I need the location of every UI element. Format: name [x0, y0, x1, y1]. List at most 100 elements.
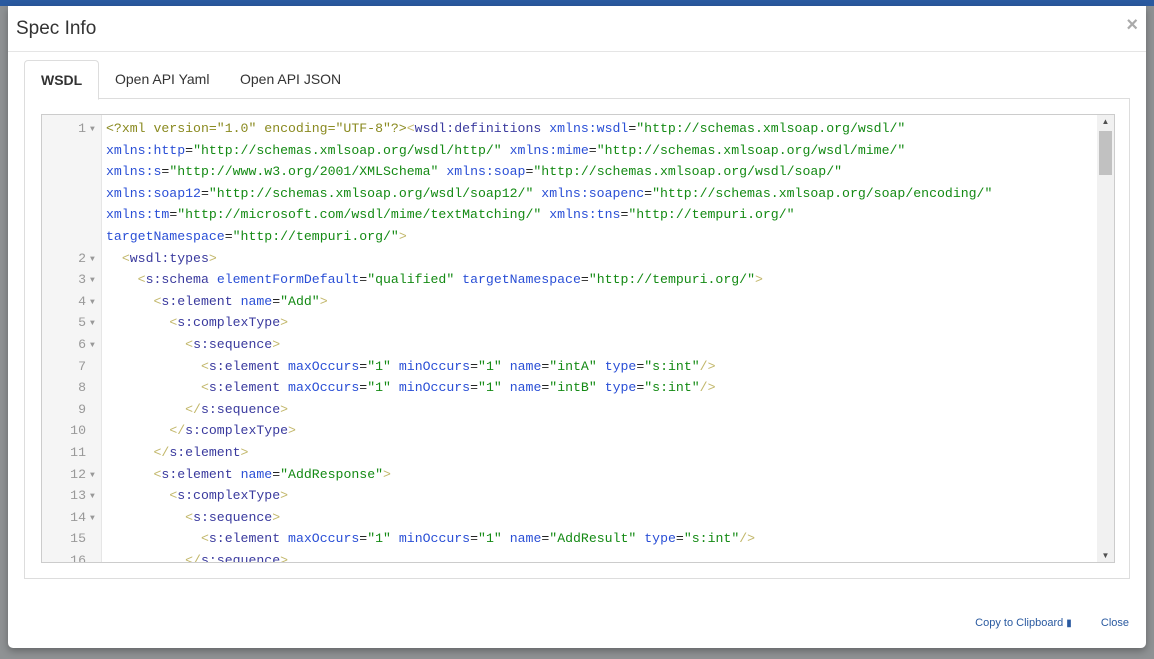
tab-content: 1▼<?xml version="1.0" encoding="UTF-8"?>…: [24, 98, 1130, 579]
scrollbar-thumb[interactable]: [1099, 131, 1112, 175]
vertical-scrollbar[interactable]: ▲ ▼: [1097, 115, 1114, 562]
line-number-text: 14: [64, 507, 86, 529]
code-text: xmlns:s="http://www.w3.org/2001/XMLSchem…: [106, 161, 842, 183]
line-number: 8: [42, 377, 102, 399]
fold-arrow-icon[interactable]: ▼: [90, 125, 95, 134]
code-text: <s:complexType>: [106, 485, 288, 507]
fold-arrow-icon[interactable]: ▼: [90, 471, 95, 480]
line-number: 3▼: [42, 269, 102, 292]
line-number: 1▼: [42, 118, 102, 141]
code-text: </s:complexType>: [106, 420, 296, 442]
code-text: <s:element maxOccurs="1" minOccurs="1" n…: [106, 356, 716, 378]
fold-arrow-icon[interactable]: ▼: [90, 341, 95, 350]
tab-wsdl[interactable]: WSDL: [24, 60, 99, 100]
scroll-down-icon[interactable]: ▼: [1097, 551, 1114, 560]
code-editor[interactable]: 1▼<?xml version="1.0" encoding="UTF-8"?>…: [41, 114, 1115, 563]
line-number-text: 6: [64, 334, 86, 356]
line-number: 13 ▼: [42, 485, 102, 508]
code-line: xmlns:soap12="http://schemas.xmlsoap.org…: [42, 183, 1098, 205]
code-line: 14 ▼ <s:sequence>: [42, 507, 1098, 529]
code-line: targetNamespace="http://tempuri.org/">: [42, 226, 1098, 248]
line-number: 16: [42, 550, 102, 563]
fold-arrow-icon[interactable]: ▼: [90, 492, 95, 501]
modal-footer: Copy to Clipboard ▮ Close: [949, 617, 1129, 629]
code-text: <s:element name="AddResponse">: [106, 464, 391, 486]
line-number: 5▼: [42, 312, 102, 335]
code-text: <?xml version="1.0" encoding="UTF-8"?><w…: [106, 118, 905, 140]
line-number: 4▼: [42, 291, 102, 314]
code-text: <s:sequence>: [106, 334, 280, 356]
modal-header: Spec Info ×: [8, 6, 1146, 52]
code-line: 6▼ <s:sequence>: [42, 334, 1098, 356]
code-line: xmlns:tm="http://microsoft.com/wsdl/mime…: [42, 204, 1098, 226]
line-number-text: 12: [64, 464, 86, 486]
code-text: </s:element>: [106, 442, 248, 464]
code-text: xmlns:tm="http://microsoft.com/wsdl/mime…: [106, 204, 795, 226]
line-number-text: 1: [64, 118, 86, 140]
line-number-text: 11: [64, 442, 86, 464]
code-line: xmlns:http="http://schemas.xmlsoap.org/w…: [42, 140, 1098, 162]
code-text: xmlns:soap12="http://schemas.xmlsoap.org…: [106, 183, 992, 205]
code-text: <s:sequence>: [106, 507, 280, 529]
line-number: 7: [42, 356, 102, 378]
code-line: 11 </s:element>: [42, 442, 1098, 464]
code-line: 7 <s:element maxOccurs="1" minOccurs="1"…: [42, 356, 1098, 378]
code-line: 16 </s:sequence>: [42, 550, 1098, 563]
copy-label: Copy to Clipboard: [975, 617, 1063, 629]
line-number-text: 8: [64, 377, 86, 399]
code-text: xmlns:http="http://schemas.xmlsoap.org/w…: [106, 140, 905, 162]
code-line: 12 ▼ <s:element name="AddResponse">: [42, 464, 1098, 486]
line-number-text: 13: [64, 485, 86, 507]
code-text: <s:schema elementFormDefault="qualified"…: [106, 269, 763, 291]
code-line: 2▼ <wsdl:types>: [42, 248, 1098, 270]
code-line: 9 </s:sequence>: [42, 399, 1098, 421]
code-text: <s:element maxOccurs="1" minOccurs="1" n…: [106, 377, 716, 399]
line-number: 14 ▼: [42, 507, 102, 530]
line-number-text: 2: [64, 248, 86, 270]
code-text: <s:complexType>: [106, 312, 288, 334]
close-button[interactable]: Close: [1101, 617, 1129, 629]
line-number-text: 15: [64, 528, 86, 550]
code-line: 8 <s:element maxOccurs="1" minOccurs="1"…: [42, 377, 1098, 399]
tab-open-api-json[interactable]: Open API JSON: [224, 60, 357, 99]
tab-panel: WSDL Open API Yaml Open API JSON 1▼<?xml…: [24, 60, 1130, 580]
line-number-text: 3: [64, 269, 86, 291]
line-number: 6▼: [42, 334, 102, 357]
line-number: 10: [42, 420, 102, 442]
fold-arrow-icon[interactable]: ▼: [90, 514, 95, 523]
spec-info-modal: Spec Info × WSDL Open API Yaml Open API …: [8, 6, 1146, 648]
code-line: xmlns:s="http://www.w3.org/2001/XMLSchem…: [42, 161, 1098, 183]
line-number: 12 ▼: [42, 464, 102, 487]
line-number-text: 10: [64, 420, 86, 442]
code-text: <s:element maxOccurs="1" minOccurs="1" n…: [106, 528, 755, 550]
line-number: 2▼: [42, 248, 102, 271]
modal-title: Spec Info: [16, 18, 96, 40]
fold-arrow-icon[interactable]: ▼: [90, 319, 95, 328]
code-text: </s:sequence>: [106, 550, 288, 563]
code-line: 4▼ <s:element name="Add">: [42, 291, 1098, 313]
line-number-text: 5: [64, 312, 86, 334]
code-line: 3▼ <s:schema elementFormDefault="qualifi…: [42, 269, 1098, 291]
fold-arrow-icon[interactable]: ▼: [90, 255, 95, 264]
close-icon[interactable]: ×: [1126, 14, 1138, 37]
code-text: </s:sequence>: [106, 399, 288, 421]
line-number: 11: [42, 442, 102, 464]
line-number: 15: [42, 528, 102, 550]
fold-arrow-icon[interactable]: ▼: [90, 298, 95, 307]
code-lines: 1▼<?xml version="1.0" encoding="UTF-8"?>…: [42, 118, 1098, 563]
copy-to-clipboard-button[interactable]: Copy to Clipboard ▮: [975, 617, 1072, 629]
code-line: 15 <s:element maxOccurs="1" minOccurs="1…: [42, 528, 1098, 550]
code-line: 10 </s:complexType>: [42, 420, 1098, 442]
code-line: 5▼ <s:complexType>: [42, 312, 1098, 334]
fold-arrow-icon[interactable]: ▼: [90, 276, 95, 285]
clipboard-icon: ▮: [1066, 618, 1072, 629]
line-number-text: 9: [64, 399, 86, 421]
line-number-text: 16: [64, 550, 86, 563]
code-text: <wsdl:types>: [106, 248, 217, 270]
line-number-text: 4: [64, 291, 86, 313]
scroll-up-icon[interactable]: ▲: [1097, 117, 1114, 126]
tab-list: WSDL Open API Yaml Open API JSON: [24, 60, 1130, 99]
code-text: targetNamespace="http://tempuri.org/">: [106, 226, 407, 248]
tab-open-api-yaml[interactable]: Open API Yaml: [99, 60, 225, 99]
line-number-text: 7: [64, 356, 86, 378]
